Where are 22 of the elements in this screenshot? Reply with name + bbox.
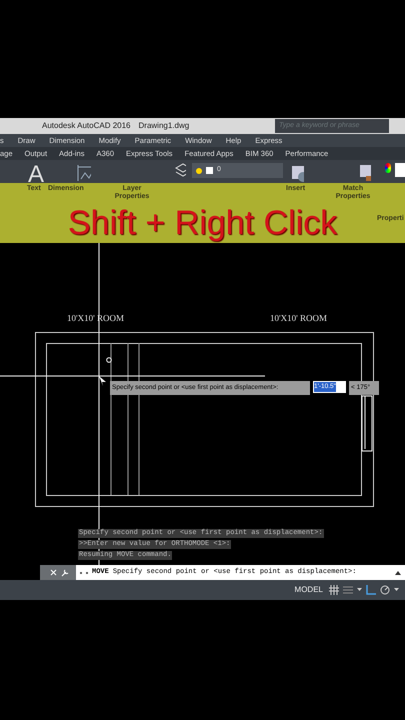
color-swatch-icon[interactable]	[384, 163, 392, 173]
model-tab[interactable]: MODEL	[292, 584, 325, 596]
match-properties-icon[interactable]	[358, 163, 371, 183]
file-name: Drawing1.dwg	[138, 120, 190, 132]
caret-icon[interactable]	[394, 588, 399, 592]
grid-icon[interactable]	[329, 585, 339, 595]
color-box[interactable]	[395, 163, 405, 177]
room-label: 10'X10' ROOM	[270, 312, 327, 325]
polar-icon[interactable]	[380, 585, 390, 595]
grip-icon	[106, 357, 112, 363]
close-icon[interactable]	[50, 569, 57, 576]
caret-icon[interactable]	[357, 588, 362, 592]
pointer-icon	[99, 376, 107, 386]
dimension-icon[interactable]	[76, 163, 92, 183]
wrench-icon[interactable]	[61, 568, 69, 576]
layers-icon[interactable]	[175, 163, 186, 179]
expand-icon[interactable]	[395, 570, 401, 575]
caption-text: Shift + Right Click	[68, 206, 338, 240]
snap-icon[interactable]	[343, 585, 353, 595]
window-title: Autodesk AutoCAD 2016	[42, 120, 131, 132]
insert-icon[interactable]	[289, 163, 304, 183]
ortho-icon[interactable]	[366, 585, 376, 595]
